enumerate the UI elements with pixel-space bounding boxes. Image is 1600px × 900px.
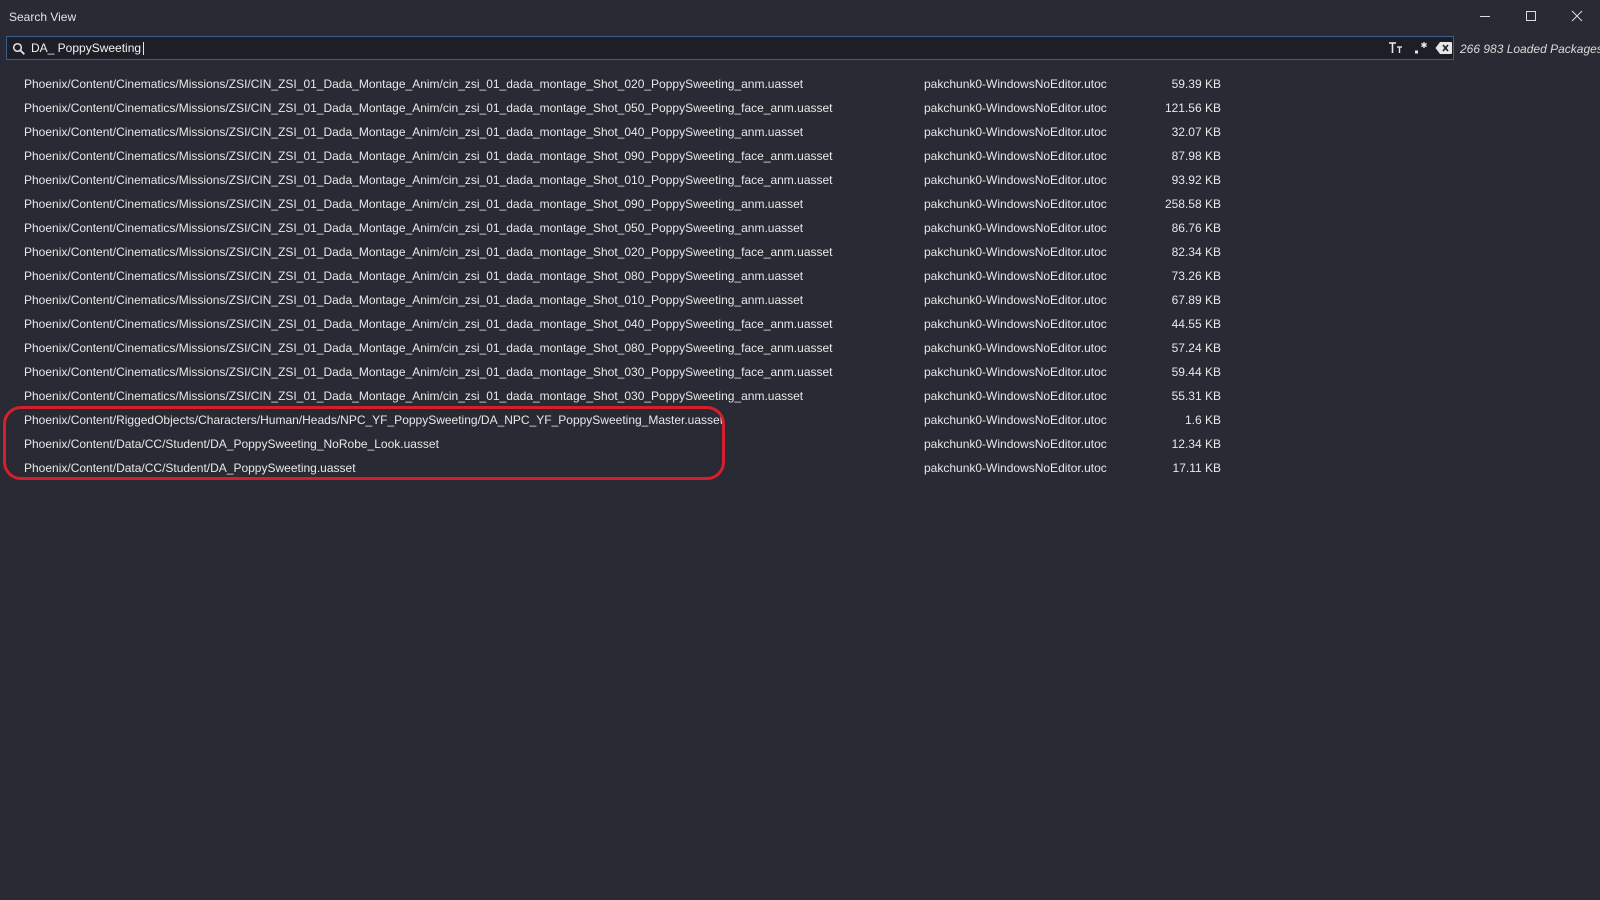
result-path: Phoenix/Content/Cinematics/Missions/ZSI/… [24,389,804,403]
result-row[interactable]: Phoenix/Content/Cinematics/Missions/ZSI/… [0,360,1600,384]
result-row[interactable]: Phoenix/Content/Cinematics/Missions/ZSI/… [0,216,1600,240]
search-bar [6,36,1454,60]
result-archive: pakchunk0-WindowsNoEditor.utoc [924,317,1107,331]
result-row[interactable]: Phoenix/Content/RiggedObjects/Characters… [0,408,1600,432]
result-path: Phoenix/Content/Cinematics/Missions/ZSI/… [24,221,804,235]
result-archive: pakchunk0-WindowsNoEditor.utoc [924,245,1107,259]
maximize-button[interactable] [1508,0,1554,32]
result-row[interactable]: Phoenix/Content/Data/CC/Student/DA_Poppy… [0,456,1600,480]
result-row[interactable]: Phoenix/Content/Cinematics/Missions/ZSI/… [0,192,1600,216]
result-archive: pakchunk0-WindowsNoEditor.utoc [924,437,1107,451]
result-archive: pakchunk0-WindowsNoEditor.utoc [924,149,1107,163]
result-archive: pakchunk0-WindowsNoEditor.utoc [924,101,1107,115]
text-caret [143,42,144,55]
result-path: Phoenix/Content/Cinematics/Missions/ZSI/… [24,173,833,187]
result-archive: pakchunk0-WindowsNoEditor.utoc [924,197,1107,211]
result-size: 17.11 KB [1172,461,1221,475]
result-row[interactable]: Phoenix/Content/Cinematics/Missions/ZSI/… [0,120,1600,144]
result-size: 1.6 KB [1184,413,1221,427]
result-path: Phoenix/Content/Cinematics/Missions/ZSI/… [24,77,804,91]
search-icon [12,42,25,55]
result-size: 87.98 KB [1171,149,1221,163]
result-row[interactable]: Phoenix/Content/Cinematics/Missions/ZSI/… [0,288,1600,312]
result-archive: pakchunk0-WindowsNoEditor.utoc [924,173,1107,187]
result-archive: pakchunk0-WindowsNoEditor.utoc [924,461,1107,475]
result-size: 82.34 KB [1171,245,1221,259]
minimize-icon [1480,16,1490,17]
search-input[interactable] [31,39,1371,57]
result-archive: pakchunk0-WindowsNoEditor.utoc [924,389,1107,403]
loaded-packages-count: 266 983 Loaded Packages [1460,42,1600,56]
result-archive: pakchunk0-WindowsNoEditor.utoc [924,413,1107,427]
result-size: 59.39 KB [1171,77,1221,91]
minimize-button[interactable] [1462,0,1508,32]
result-size: 55.31 KB [1171,389,1221,403]
result-size: 93.92 KB [1171,173,1221,187]
result-path: Phoenix/Content/Cinematics/Missions/ZSI/… [24,245,833,259]
result-path: Phoenix/Content/Data/CC/Student/DA_Poppy… [24,461,356,475]
result-row[interactable]: Phoenix/Content/Cinematics/Missions/ZSI/… [0,168,1600,192]
result-archive: pakchunk0-WindowsNoEditor.utoc [924,293,1107,307]
result-path: Phoenix/Content/Cinematics/Missions/ZSI/… [24,365,833,379]
result-archive: pakchunk0-WindowsNoEditor.utoc [924,269,1107,283]
clear-button[interactable] [1435,40,1453,56]
close-button[interactable] [1554,0,1600,32]
result-path: Phoenix/Content/Data/CC/Student/DA_Poppy… [24,437,439,451]
result-size: 12.34 KB [1171,437,1221,451]
result-row[interactable]: Phoenix/Content/Cinematics/Missions/ZSI/… [0,96,1600,120]
maximize-icon [1526,11,1536,21]
result-size: 258.58 KB [1164,197,1221,211]
result-size: 44.55 KB [1171,317,1221,331]
result-row[interactable]: Phoenix/Content/Cinematics/Missions/ZSI/… [0,384,1600,408]
result-path: Phoenix/Content/Cinematics/Missions/ZSI/… [24,317,833,331]
result-size: 86.76 KB [1171,221,1221,235]
result-path: Phoenix/Content/Cinematics/Missions/ZSI/… [24,341,833,355]
result-archive: pakchunk0-WindowsNoEditor.utoc [924,365,1107,379]
results-list: Phoenix/Content/Cinematics/Missions/ZSI/… [0,72,1600,480]
result-archive: pakchunk0-WindowsNoEditor.utoc [924,221,1107,235]
result-size: 59.44 KB [1171,365,1221,379]
result-archive: pakchunk0-WindowsNoEditor.utoc [924,341,1107,355]
result-row[interactable]: Phoenix/Content/Data/CC/Student/DA_Poppy… [0,432,1600,456]
result-path: Phoenix/Content/Cinematics/Missions/ZSI/… [24,293,804,307]
result-size: 121.56 KB [1164,101,1221,115]
result-size: 73.26 KB [1171,269,1221,283]
result-path: Phoenix/Content/Cinematics/Missions/ZSI/… [24,101,833,115]
result-row[interactable]: Phoenix/Content/Cinematics/Missions/ZSI/… [0,312,1600,336]
regex-button[interactable] [1412,40,1430,56]
result-path: Phoenix/Content/RiggedObjects/Characters… [24,413,724,427]
result-path: Phoenix/Content/Cinematics/Missions/ZSI/… [24,149,833,163]
result-path: Phoenix/Content/Cinematics/Missions/ZSI/… [24,125,804,139]
result-size: 57.24 KB [1171,341,1221,355]
result-size: 32.07 KB [1171,125,1221,139]
result-size: 67.89 KB [1171,293,1221,307]
result-row[interactable]: Phoenix/Content/Cinematics/Missions/ZSI/… [0,72,1600,96]
result-row[interactable]: Phoenix/Content/Cinematics/Missions/ZSI/… [0,144,1600,168]
match-case-button[interactable] [1387,40,1405,56]
result-archive: pakchunk0-WindowsNoEditor.utoc [924,125,1107,139]
title-bar: Search View [0,0,1600,34]
close-icon [1571,10,1583,22]
text-size-icon [1389,42,1402,53]
result-row[interactable]: Phoenix/Content/Cinematics/Missions/ZSI/… [0,240,1600,264]
backspace-icon [1435,42,1452,54]
result-path: Phoenix/Content/Cinematics/Missions/ZSI/… [24,197,804,211]
regex-icon [1415,42,1427,54]
result-archive: pakchunk0-WindowsNoEditor.utoc [924,77,1107,91]
result-row[interactable]: Phoenix/Content/Cinematics/Missions/ZSI/… [0,336,1600,360]
window-title: Search View [9,10,77,24]
result-path: Phoenix/Content/Cinematics/Missions/ZSI/… [24,269,804,283]
result-row[interactable]: Phoenix/Content/Cinematics/Missions/ZSI/… [0,264,1600,288]
